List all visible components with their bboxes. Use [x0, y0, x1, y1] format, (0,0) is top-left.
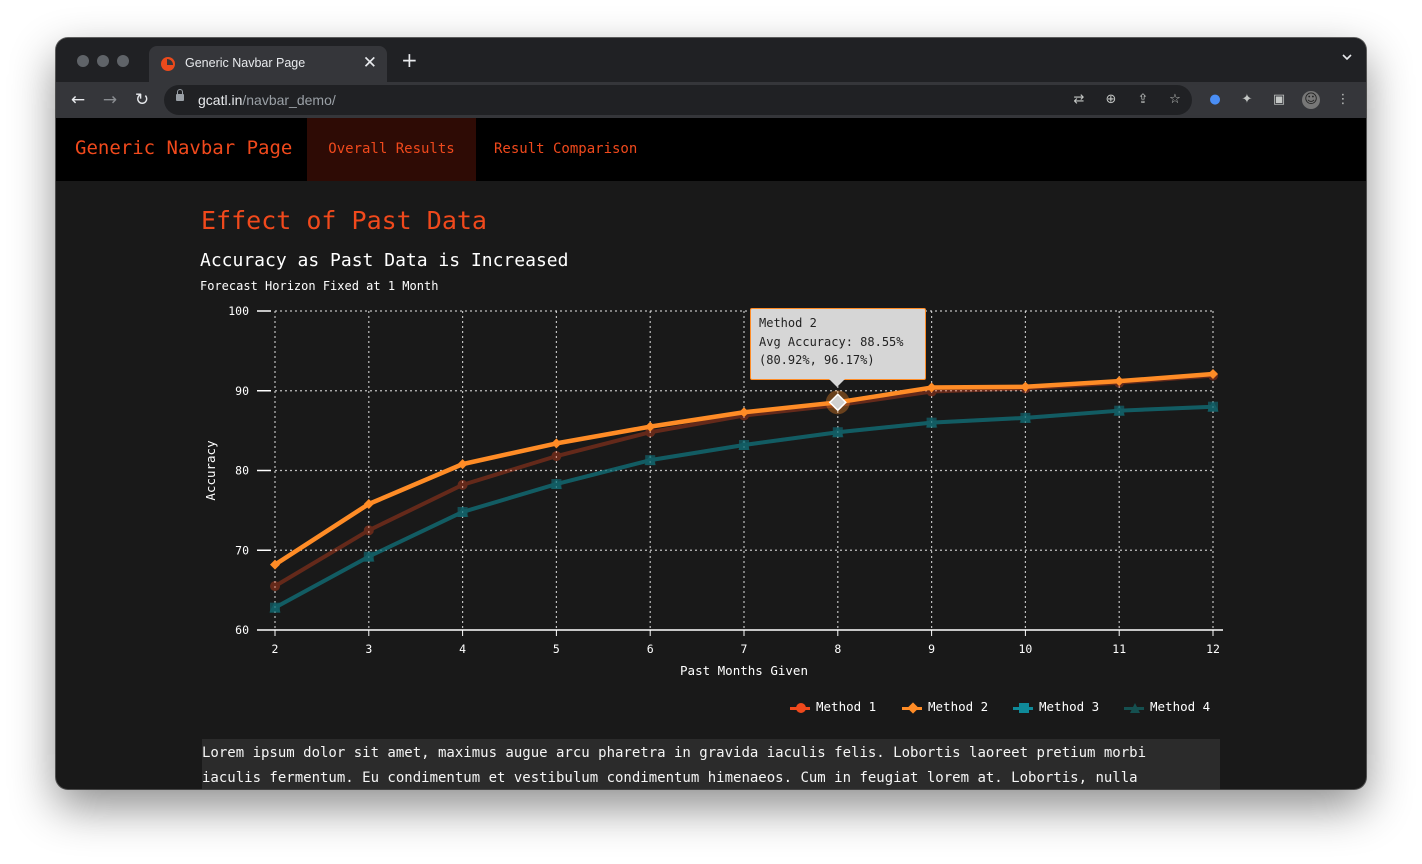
legend-label: Method 2 — [928, 699, 989, 714]
data-point — [270, 602, 280, 613]
series-method-2 — [270, 369, 1218, 570]
paragraph-line: Lorem ipsum dolor sit amet, maximus augu… — [202, 745, 1147, 761]
data-point — [363, 525, 374, 536]
accuracy-line-chart: 2 3 4 5 6 7 8 9 10 11 12 60 70 80 90 100 Past Months Gi… — [203, 304, 1223, 678]
data-point — [551, 451, 562, 462]
chart-legend: Method 1 Method 2 Method 3 Method 4 — [790, 699, 1220, 717]
x-tick-label: 8 — [834, 642, 841, 656]
series-method-1 — [270, 370, 1218, 592]
x-axis-label: Past Months Given — [680, 663, 808, 678]
x-tick-label: 7 — [741, 642, 748, 656]
data-point — [645, 455, 656, 466]
tooltip-series: Method 2 — [759, 316, 817, 330]
data-point — [457, 506, 468, 517]
y-tick-label: 60 — [235, 623, 249, 637]
data-point — [551, 438, 562, 449]
tooltip-interval: (80.92%, 96.17%) — [759, 353, 875, 367]
data-point — [832, 427, 843, 438]
y-tick-label: 100 — [228, 304, 249, 318]
x-tick-label: 5 — [553, 642, 560, 656]
data-point — [270, 581, 280, 592]
data-point — [551, 479, 562, 490]
y-tick-label: 80 — [235, 464, 249, 478]
legend-label: Method 4 — [1150, 699, 1211, 714]
legend-label: Method 1 — [816, 699, 877, 714]
y-axis-label: Accuracy — [203, 440, 218, 501]
data-point — [1020, 412, 1031, 423]
data-point — [1208, 401, 1218, 412]
data-point — [363, 551, 374, 562]
x-tick-label: 2 — [272, 642, 279, 656]
chart-tooltip: Method 2 Avg Accuracy: 88.55% (80.92%, 9… — [750, 308, 926, 387]
x-tick-label: 3 — [365, 642, 372, 656]
x-tick-label: 9 — [928, 642, 935, 656]
data-point — [1114, 405, 1125, 416]
data-point — [926, 417, 937, 428]
square-marker-icon — [1019, 703, 1029, 713]
x-tick-label: 12 — [1206, 642, 1220, 656]
browser-window: Generic Navbar Page ✕ + ← → ↻ gcatl.in/n… — [56, 38, 1366, 789]
circle-marker-icon — [796, 703, 806, 713]
diamond-marker-icon — [907, 702, 919, 714]
paragraph-line: iaculis fermentum. Eu condimentum et ves… — [202, 770, 1138, 786]
body-paragraph: Lorem ipsum dolor sit amet, maximus augu… — [202, 739, 1220, 789]
y-tick-label: 70 — [235, 543, 249, 557]
x-tick-label: 11 — [1112, 642, 1126, 656]
chart-grid — [274, 310, 1214, 630]
x-tick-label: 6 — [647, 642, 654, 656]
x-tick-label: 4 — [459, 642, 466, 656]
x-tick-label: 10 — [1018, 642, 1032, 656]
chart-axes: 2 3 4 5 6 7 8 9 10 11 12 60 70 80 90 100 — [228, 304, 1223, 656]
tooltip-accuracy: Avg Accuracy: 88.55% — [759, 334, 904, 349]
legend-label: Method 3 — [1039, 699, 1100, 714]
data-point — [739, 439, 749, 450]
data-point — [457, 479, 468, 490]
y-tick-label: 90 — [235, 384, 249, 398]
